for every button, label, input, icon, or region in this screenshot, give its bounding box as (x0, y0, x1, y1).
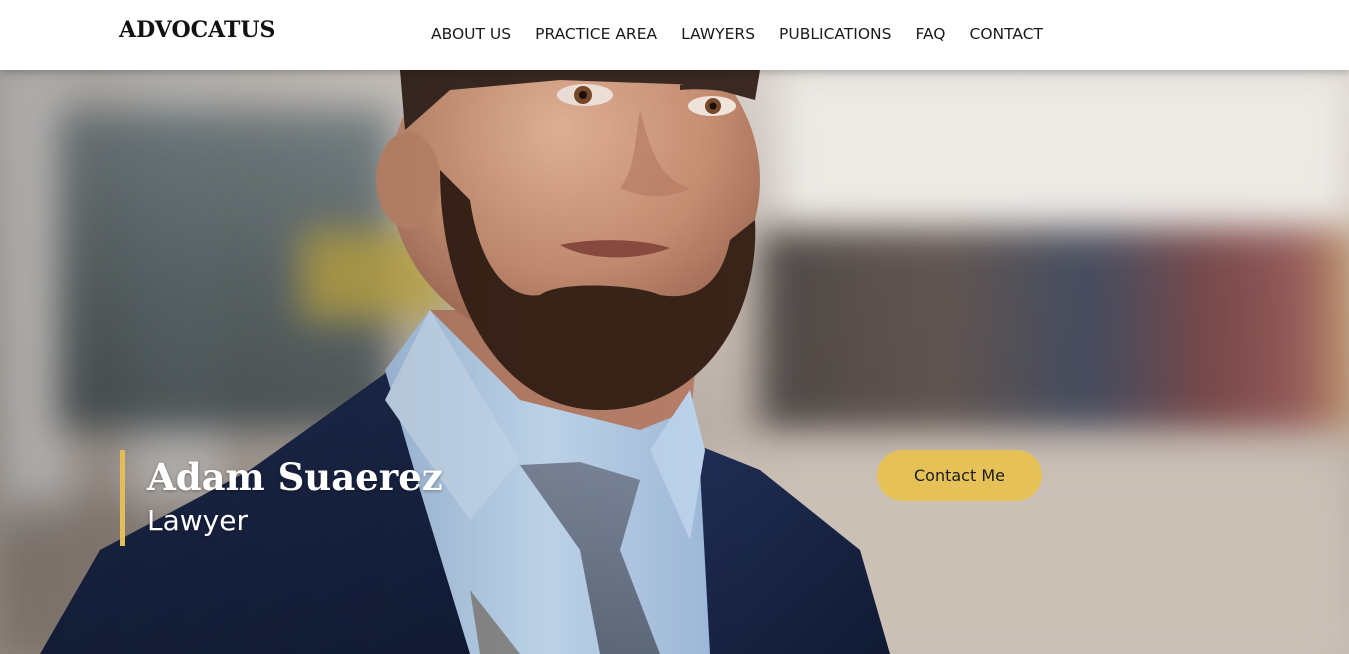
site-logo[interactable]: ADVOCATUS (119, 17, 275, 43)
nav-item-contact[interactable]: CONTACT (970, 25, 1044, 43)
nav-item-lawyers[interactable]: LAWYERS (681, 25, 755, 43)
hero-section: Adam Suaerez Lawyer Contact Me (0, 70, 1349, 654)
hero-name-block: Adam Suaerez Lawyer (120, 450, 443, 546)
nav-item-practice-area[interactable]: PRACTICE AREA (535, 25, 657, 43)
nav-item-about-us[interactable]: ABOUT US (431, 25, 511, 43)
main-nav-menu: ABOUT US PRACTICE AREA LAWYERS PUBLICATI… (431, 25, 1043, 43)
nav-item-faq[interactable]: FAQ (915, 25, 945, 43)
hero-overlay (0, 70, 1349, 654)
top-navbar: ADVOCATUS ABOUT US PRACTICE AREA LAWYERS… (0, 0, 1349, 70)
lawyer-name: Adam Suaerez (147, 455, 443, 499)
nav-item-publications[interactable]: PUBLICATIONS (779, 25, 891, 43)
contact-me-button[interactable]: Contact Me (877, 450, 1042, 501)
lawyer-title: Lawyer (147, 504, 248, 537)
